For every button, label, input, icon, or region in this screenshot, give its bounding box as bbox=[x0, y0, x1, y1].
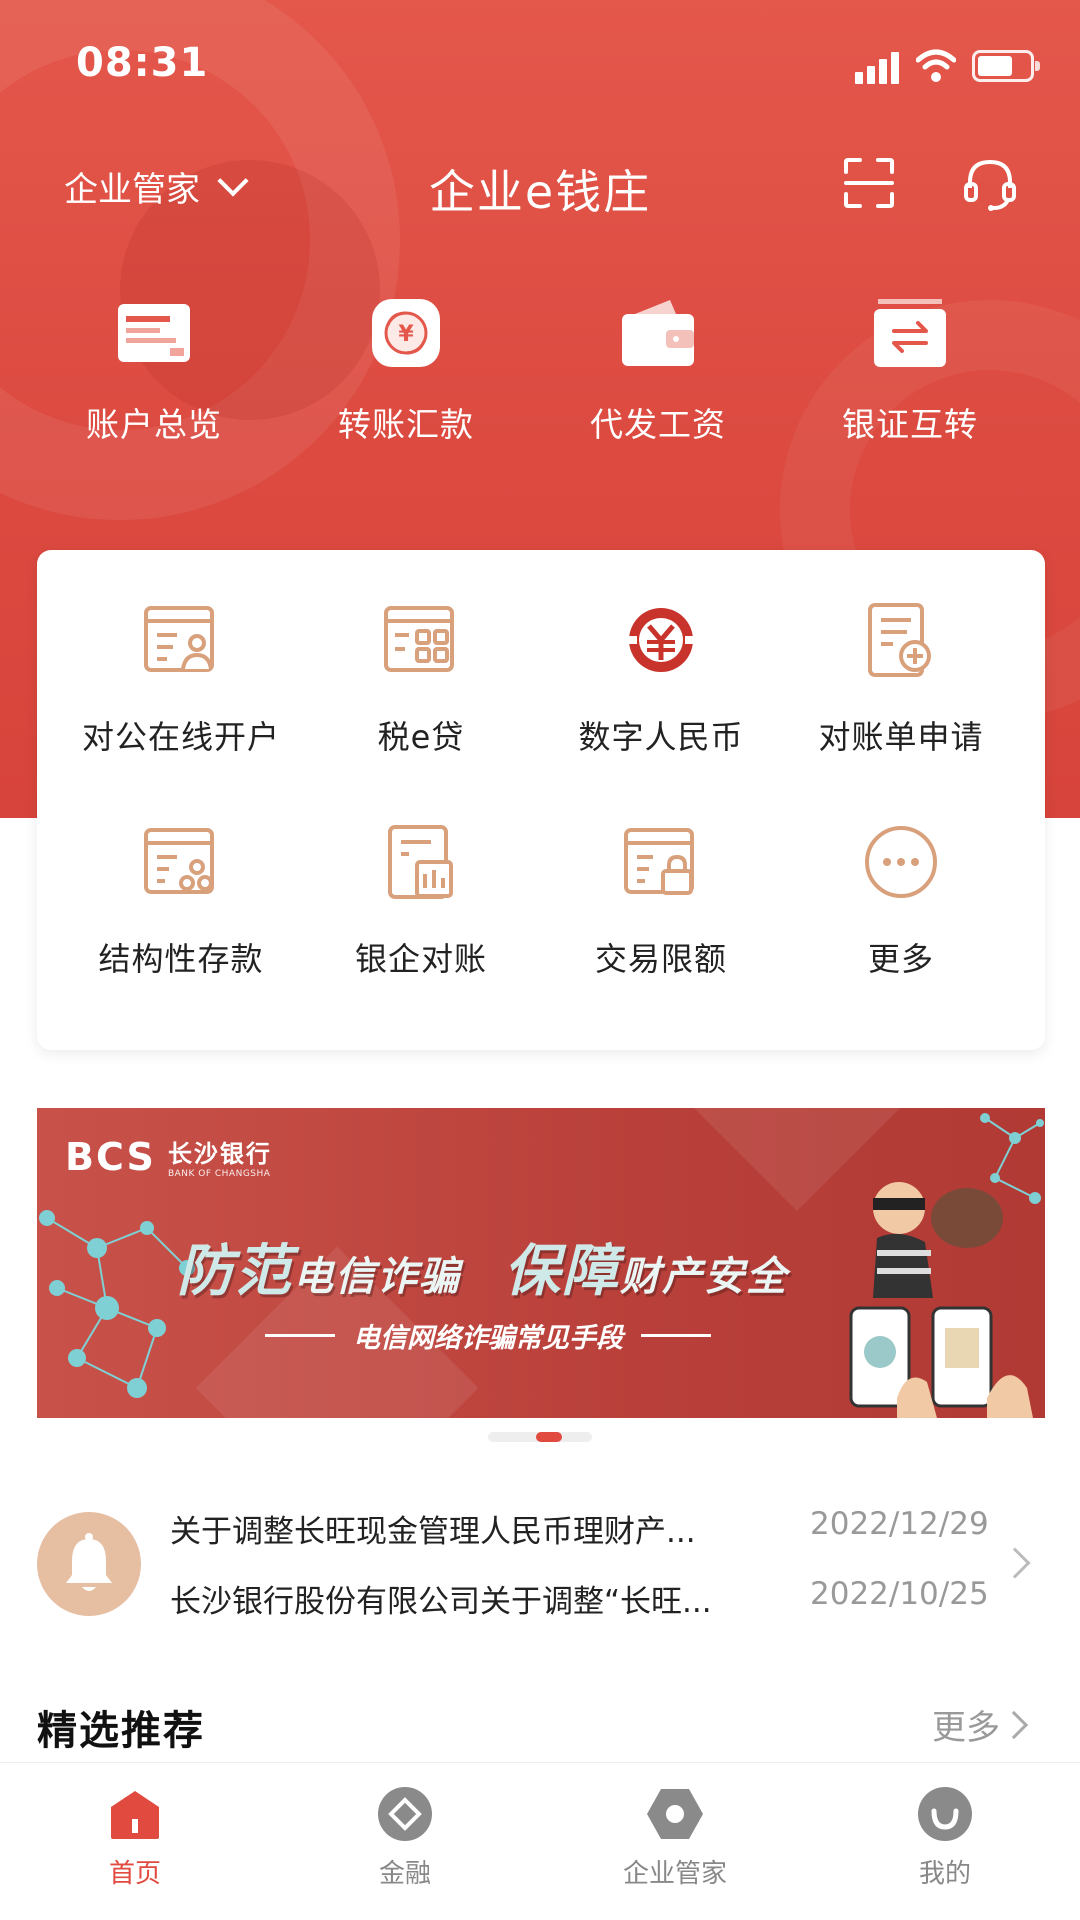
bank-securities-transfer-label: 银证互转 bbox=[842, 405, 978, 444]
statement-request-label: 对账单申请 bbox=[818, 718, 984, 756]
more-link-label: 更多 bbox=[932, 1708, 1000, 1748]
tab-finance[interactable]: 金融 bbox=[270, 1763, 540, 1920]
headline-part: 电信诈骗 bbox=[293, 1254, 461, 1300]
service-grid-card: 对公在线开户 税e贷 数字人民币 对账单申请 结构性存款 银企对账 交易限额 更… bbox=[37, 550, 1045, 1050]
headline-part: 保障 bbox=[504, 1239, 620, 1304]
profile-icon bbox=[918, 1787, 972, 1841]
wifi-icon bbox=[916, 49, 956, 82]
tax-loan-icon bbox=[384, 606, 454, 672]
online-account-opening-button[interactable]: 对公在线开户 bbox=[61, 600, 301, 758]
thief-illustration bbox=[849, 1182, 1033, 1418]
transfer-label: 转账汇款 bbox=[338, 405, 474, 444]
customer-service-icon[interactable] bbox=[960, 154, 1020, 212]
bank-logo: BCS 长沙银行 BANK OF CHANGSHA bbox=[65, 1134, 272, 1180]
banner-subtitle: 电信网络诈骗常见手段 bbox=[247, 1316, 729, 1355]
announcement-title[interactable]: 关于调整长旺现金管理人民币理财产... bbox=[170, 1506, 770, 1551]
statement-add-icon bbox=[868, 603, 931, 677]
announcement-date: 2022/10/25 bbox=[810, 1576, 989, 1612]
more-services-button[interactable]: 更多 bbox=[781, 822, 1021, 980]
announcement-date: 2022/12/29 bbox=[810, 1506, 989, 1542]
structured-deposit-button[interactable]: 结构性存款 bbox=[61, 822, 301, 980]
account-overview-button[interactable]: 账户总览 bbox=[28, 290, 280, 460]
recommended-more-link[interactable]: 更多 bbox=[932, 1700, 1029, 1749]
tab-enterprise-label: 企业管家 bbox=[622, 1859, 727, 1889]
account-person-icon bbox=[144, 606, 214, 672]
digital-yuan-icon bbox=[629, 608, 693, 672]
transfer-yen-icon: ¥ bbox=[372, 299, 440, 367]
bank-enterprise-reconcile-label: 银企对账 bbox=[354, 940, 487, 978]
top-quick-actions: 账户总览 ¥ 转账汇款 代发工资 银证互转 bbox=[0, 290, 1080, 460]
payroll-button[interactable]: 代发工资 bbox=[532, 290, 784, 460]
bank-securities-transfer-button[interactable]: 银证互转 bbox=[784, 290, 1036, 460]
scan-icon[interactable] bbox=[842, 156, 896, 210]
reconcile-icon bbox=[388, 825, 453, 899]
bottom-tab-bar: 首页 金融 企业管家 我的 bbox=[0, 1762, 1080, 1920]
tab-profile[interactable]: 我的 bbox=[810, 1763, 1080, 1920]
announcement-title[interactable]: 长沙银行股份有限公司关于调整“长旺... bbox=[170, 1576, 770, 1621]
transaction-limit-button[interactable]: 交易限额 bbox=[541, 822, 781, 980]
transfer-button[interactable]: ¥ 转账汇款 bbox=[280, 290, 532, 460]
active-page-dot bbox=[536, 1432, 562, 1442]
banner-subtitle-text: 电信网络诈骗常见手段 bbox=[353, 1323, 623, 1354]
headline-part: 防范 bbox=[177, 1239, 293, 1304]
battery-icon bbox=[972, 50, 1040, 82]
tax-loan-button[interactable]: 税e贷 bbox=[301, 600, 541, 758]
limit-lock-icon bbox=[624, 828, 694, 895]
enterprise-icon bbox=[647, 1789, 703, 1839]
tax-loan-label: 税e贷 bbox=[377, 718, 465, 756]
digital-rmb-label: 数字人民币 bbox=[578, 718, 744, 756]
status-time: 08:31 bbox=[76, 40, 209, 86]
title-bar: 企业管家 企业e钱庄 bbox=[0, 140, 1080, 230]
bank-name-en: BANK OF CHANGSHA bbox=[167, 1169, 271, 1179]
headline-part: 财产安全 bbox=[620, 1254, 788, 1300]
banner-page-indicator bbox=[488, 1432, 592, 1442]
status-bar: 08:31 bbox=[0, 0, 1080, 130]
app-title: 企业e钱庄 bbox=[428, 165, 652, 219]
structured-deposit-icon bbox=[144, 828, 214, 894]
online-account-opening-label: 对公在线开户 bbox=[81, 718, 280, 756]
signal-icon bbox=[855, 52, 901, 84]
tab-home[interactable]: 首页 bbox=[0, 1763, 270, 1920]
payroll-label: 代发工资 bbox=[590, 405, 726, 444]
promo-banner[interactable]: BCS 长沙银行 BANK OF CHANGSHA 防范电信诈骗 保障财产安全 … bbox=[37, 1108, 1045, 1418]
exchange-icon bbox=[874, 299, 946, 367]
finance-icon bbox=[378, 1787, 432, 1841]
more-services-label: 更多 bbox=[867, 940, 934, 978]
wallet-icon bbox=[622, 300, 694, 366]
bank-logo-mark: BCS bbox=[65, 1134, 156, 1179]
transaction-limit-label: 交易限额 bbox=[594, 940, 727, 978]
bell-icon bbox=[37, 1512, 141, 1616]
network-illustration bbox=[39, 1210, 195, 1398]
bank-enterprise-reconcile-button[interactable]: 银企对账 bbox=[301, 822, 541, 980]
bank-name-cn: 长沙银行 bbox=[167, 1140, 272, 1168]
card-icon bbox=[118, 304, 190, 362]
chevron-right-icon bbox=[999, 1547, 1031, 1579]
home-icon bbox=[111, 1791, 159, 1839]
banner-headline: 防范电信诈骗 保障财产安全 bbox=[177, 1226, 788, 1307]
svg-text:¥: ¥ bbox=[398, 322, 414, 347]
tab-finance-label: 金融 bbox=[378, 1859, 431, 1889]
announcement-panel[interactable]: 关于调整长旺现金管理人民币理财产... 2022/12/29 长沙银行股份有限公… bbox=[0, 1480, 1080, 1640]
chevron-right-icon bbox=[999, 1710, 1029, 1739]
account-overview-label: 账户总览 bbox=[86, 405, 222, 444]
more-icon bbox=[865, 826, 937, 898]
tab-home-label: 首页 bbox=[108, 1859, 161, 1889]
statement-request-button[interactable]: 对账单申请 bbox=[781, 600, 1021, 758]
structured-deposit-label: 结构性存款 bbox=[98, 940, 264, 978]
recommended-section-title: 精选推荐 bbox=[37, 1708, 205, 1754]
digital-rmb-button[interactable]: 数字人民币 bbox=[541, 600, 781, 758]
tab-profile-label: 我的 bbox=[918, 1859, 971, 1889]
tab-enterprise[interactable]: 企业管家 bbox=[540, 1763, 810, 1920]
